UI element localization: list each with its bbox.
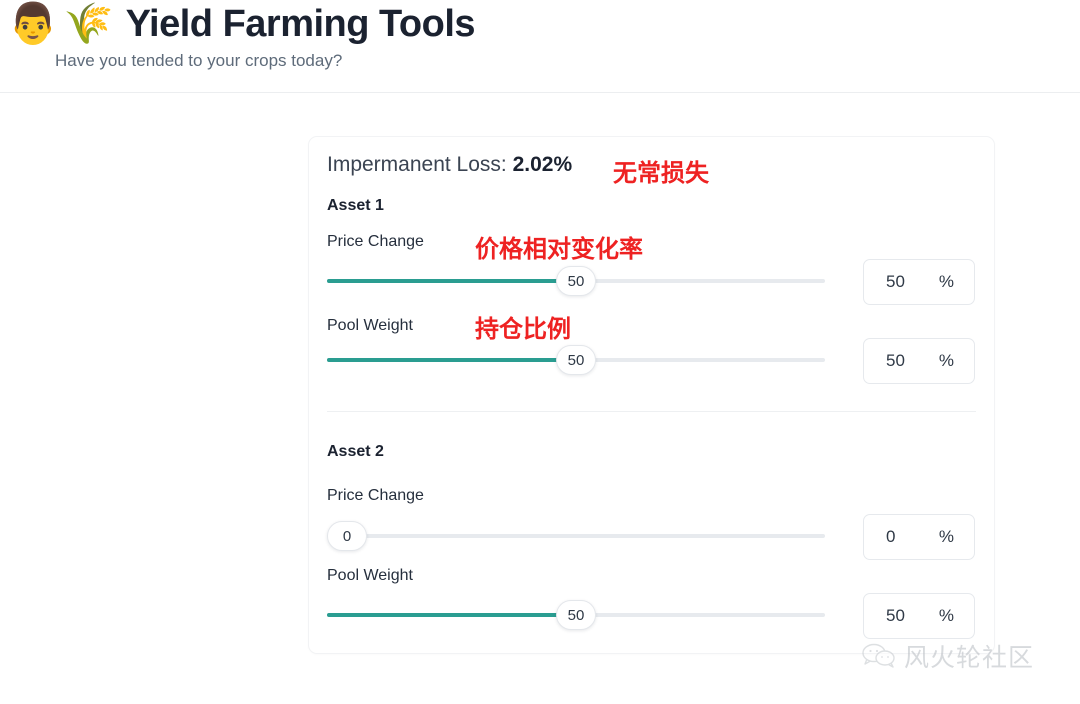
asset-2-heading: Asset 2	[327, 443, 384, 461]
input-value: 50	[886, 606, 905, 626]
slider-fill	[327, 358, 576, 362]
asset-2-pool-weight-label: Pool Weight	[327, 567, 413, 585]
asset-2-price-change-input[interactable]: 0 %	[863, 514, 975, 560]
watermark-text: 风火轮社区	[904, 638, 1034, 674]
impermanent-loss-readout: Impermanent Loss: 2.02%	[327, 153, 572, 177]
asset-1-pool-weight-label: Pool Weight	[327, 317, 413, 335]
asset-1-heading: Asset 1	[327, 197, 384, 215]
slider-fill	[327, 613, 576, 617]
farmer-emoji: 👨	[8, 2, 58, 46]
sheaf-of-rice-emoji: 🌾	[64, 2, 114, 46]
asset-2-price-change-row: 0 0 %	[327, 514, 976, 560]
title-row: 👨 🌾 Yield Farming Tools	[8, 2, 475, 46]
asset-2-pool-weight-input[interactable]: 50 %	[863, 593, 975, 639]
input-value: 50	[886, 272, 905, 292]
input-value: 50	[886, 351, 905, 371]
page-title: Yield Farming Tools	[126, 2, 475, 46]
asset-1-price-change-slider-thumb[interactable]: 50	[556, 266, 596, 296]
asset-1-pool-weight-row: 50 50 %	[327, 338, 976, 384]
slider-fill	[327, 279, 576, 283]
percent-suffix: %	[939, 527, 954, 547]
asset-1-price-change-label: Price Change	[327, 233, 424, 251]
asset-1-price-change-row: 50 50 %	[327, 259, 976, 305]
percent-suffix: %	[939, 272, 954, 292]
asset-2-price-change-label: Price Change	[327, 487, 424, 505]
app-header: 👨 🌾 Yield Farming Tools Have you tended …	[0, 0, 1080, 93]
asset-2-price-change-slider-thumb[interactable]: 0	[327, 521, 367, 551]
asset-1-pool-weight-slider-thumb[interactable]: 50	[556, 345, 596, 375]
asset-2-pool-weight-slider-thumb[interactable]: 50	[556, 600, 596, 630]
percent-suffix: %	[939, 606, 954, 626]
page-subtitle: Have you tended to your crops today?	[55, 50, 342, 72]
impermanent-loss-label: Impermanent Loss:	[327, 153, 507, 176]
annotation-impermanent-loss: 无常损失	[613, 153, 709, 188]
percent-suffix: %	[939, 351, 954, 371]
impermanent-loss-value: 2.02%	[513, 153, 573, 176]
asset-1-price-change-input[interactable]: 50 %	[863, 259, 975, 305]
input-value: 0	[886, 527, 895, 547]
asset-section-divider	[327, 411, 976, 412]
calculator-card: Impermanent Loss: 2.02% 无常损失 Asset 1 Pri…	[308, 136, 995, 654]
wechat-bubbles-icon	[862, 643, 896, 669]
asset-1-pool-weight-input[interactable]: 50 %	[863, 338, 975, 384]
watermark: 风火轮社区	[862, 638, 1034, 674]
asset-2-price-change-slider[interactable]	[327, 534, 825, 538]
asset-2-pool-weight-row: 50 50 %	[327, 593, 976, 639]
